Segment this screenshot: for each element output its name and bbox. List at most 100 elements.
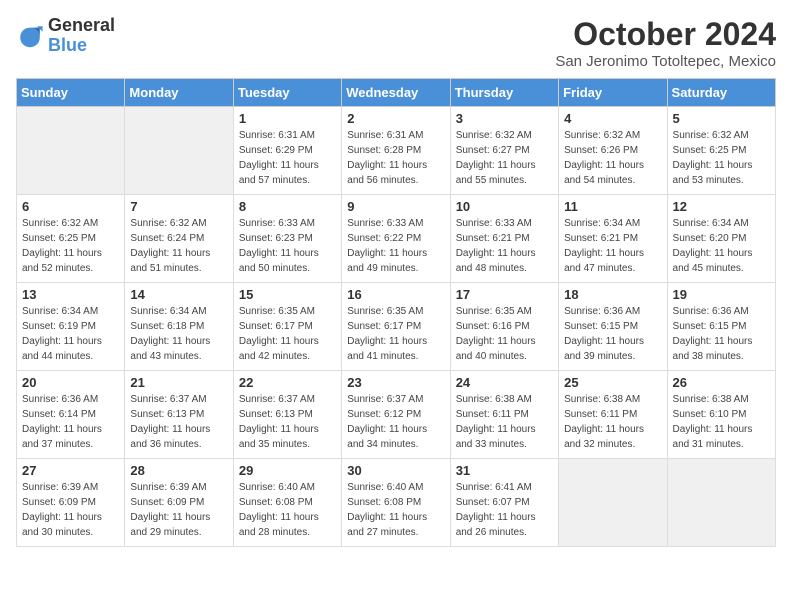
day-number: 12 [673, 199, 770, 214]
day-info: Sunrise: 6:35 AM Sunset: 6:16 PM Dayligh… [456, 304, 553, 364]
calendar-cell: 19 Sunrise: 6:36 AM Sunset: 6:15 PM Dayl… [667, 283, 775, 371]
week-row-4: 27 Sunrise: 6:39 AM Sunset: 6:09 PM Dayl… [17, 459, 776, 547]
header-wednesday: Wednesday [342, 79, 450, 107]
day-number: 6 [22, 199, 119, 214]
calendar-cell: 28 Sunrise: 6:39 AM Sunset: 6:09 PM Dayl… [125, 459, 233, 547]
day-info: Sunrise: 6:31 AM Sunset: 6:29 PM Dayligh… [239, 128, 336, 188]
day-info: Sunrise: 6:34 AM Sunset: 6:19 PM Dayligh… [22, 304, 119, 364]
day-info: Sunrise: 6:40 AM Sunset: 6:08 PM Dayligh… [347, 480, 444, 540]
week-row-0: 1 Sunrise: 6:31 AM Sunset: 6:29 PM Dayli… [17, 107, 776, 195]
day-info: Sunrise: 6:38 AM Sunset: 6:11 PM Dayligh… [564, 392, 661, 452]
calendar-cell: 11 Sunrise: 6:34 AM Sunset: 6:21 PM Dayl… [559, 195, 667, 283]
day-info: Sunrise: 6:38 AM Sunset: 6:10 PM Dayligh… [673, 392, 770, 452]
day-number: 30 [347, 463, 444, 478]
day-number: 14 [130, 287, 227, 302]
page-header: General Blue October 2024 San Jeronimo T… [16, 16, 776, 70]
calendar-cell [17, 107, 125, 195]
day-number: 9 [347, 199, 444, 214]
day-number: 29 [239, 463, 336, 478]
day-number: 8 [239, 199, 336, 214]
logo-icon [16, 22, 44, 50]
week-row-2: 13 Sunrise: 6:34 AM Sunset: 6:19 PM Dayl… [17, 283, 776, 371]
calendar-cell: 5 Sunrise: 6:32 AM Sunset: 6:25 PM Dayli… [667, 107, 775, 195]
day-number: 20 [22, 375, 119, 390]
day-info: Sunrise: 6:34 AM Sunset: 6:18 PM Dayligh… [130, 304, 227, 364]
day-info: Sunrise: 6:38 AM Sunset: 6:11 PM Dayligh… [456, 392, 553, 452]
calendar-cell: 8 Sunrise: 6:33 AM Sunset: 6:23 PM Dayli… [233, 195, 341, 283]
day-number: 18 [564, 287, 661, 302]
day-info: Sunrise: 6:37 AM Sunset: 6:13 PM Dayligh… [130, 392, 227, 452]
calendar-cell: 15 Sunrise: 6:35 AM Sunset: 6:17 PM Dayl… [233, 283, 341, 371]
day-info: Sunrise: 6:34 AM Sunset: 6:21 PM Dayligh… [564, 216, 661, 276]
calendar-cell: 4 Sunrise: 6:32 AM Sunset: 6:26 PM Dayli… [559, 107, 667, 195]
day-number: 5 [673, 111, 770, 126]
day-info: Sunrise: 6:33 AM Sunset: 6:22 PM Dayligh… [347, 216, 444, 276]
day-info: Sunrise: 6:39 AM Sunset: 6:09 PM Dayligh… [22, 480, 119, 540]
calendar-cell [667, 459, 775, 547]
day-number: 24 [456, 375, 553, 390]
day-number: 28 [130, 463, 227, 478]
day-info: Sunrise: 6:34 AM Sunset: 6:20 PM Dayligh… [673, 216, 770, 276]
calendar-cell: 17 Sunrise: 6:35 AM Sunset: 6:16 PM Dayl… [450, 283, 558, 371]
day-number: 2 [347, 111, 444, 126]
location-title: San Jeronimo Totoltepec, Mexico [555, 53, 776, 70]
day-number: 26 [673, 375, 770, 390]
calendar-cell: 1 Sunrise: 6:31 AM Sunset: 6:29 PM Dayli… [233, 107, 341, 195]
day-number: 10 [456, 199, 553, 214]
calendar-cell: 31 Sunrise: 6:41 AM Sunset: 6:07 PM Dayl… [450, 459, 558, 547]
calendar-cell: 7 Sunrise: 6:32 AM Sunset: 6:24 PM Dayli… [125, 195, 233, 283]
header-friday: Friday [559, 79, 667, 107]
logo-text: General Blue [48, 16, 115, 56]
day-number: 22 [239, 375, 336, 390]
header-monday: Monday [125, 79, 233, 107]
calendar-table: SundayMondayTuesdayWednesdayThursdayFrid… [16, 78, 776, 547]
calendar-cell: 26 Sunrise: 6:38 AM Sunset: 6:10 PM Dayl… [667, 371, 775, 459]
calendar-cell: 25 Sunrise: 6:38 AM Sunset: 6:11 PM Dayl… [559, 371, 667, 459]
calendar-cell: 2 Sunrise: 6:31 AM Sunset: 6:28 PM Dayli… [342, 107, 450, 195]
calendar-cell: 30 Sunrise: 6:40 AM Sunset: 6:08 PM Dayl… [342, 459, 450, 547]
calendar-cell: 6 Sunrise: 6:32 AM Sunset: 6:25 PM Dayli… [17, 195, 125, 283]
day-info: Sunrise: 6:36 AM Sunset: 6:15 PM Dayligh… [564, 304, 661, 364]
day-number: 4 [564, 111, 661, 126]
calendar-cell: 18 Sunrise: 6:36 AM Sunset: 6:15 PM Dayl… [559, 283, 667, 371]
day-info: Sunrise: 6:33 AM Sunset: 6:21 PM Dayligh… [456, 216, 553, 276]
day-info: Sunrise: 6:37 AM Sunset: 6:12 PM Dayligh… [347, 392, 444, 452]
day-info: Sunrise: 6:40 AM Sunset: 6:08 PM Dayligh… [239, 480, 336, 540]
day-info: Sunrise: 6:31 AM Sunset: 6:28 PM Dayligh… [347, 128, 444, 188]
month-title: October 2024 [555, 16, 776, 53]
day-number: 23 [347, 375, 444, 390]
day-info: Sunrise: 6:35 AM Sunset: 6:17 PM Dayligh… [239, 304, 336, 364]
header-saturday: Saturday [667, 79, 775, 107]
header-tuesday: Tuesday [233, 79, 341, 107]
calendar-cell: 23 Sunrise: 6:37 AM Sunset: 6:12 PM Dayl… [342, 371, 450, 459]
day-number: 11 [564, 199, 661, 214]
day-info: Sunrise: 6:32 AM Sunset: 6:25 PM Dayligh… [22, 216, 119, 276]
day-info: Sunrise: 6:36 AM Sunset: 6:15 PM Dayligh… [673, 304, 770, 364]
calendar-cell [559, 459, 667, 547]
calendar-cell: 24 Sunrise: 6:38 AM Sunset: 6:11 PM Dayl… [450, 371, 558, 459]
day-number: 13 [22, 287, 119, 302]
calendar-cell: 13 Sunrise: 6:34 AM Sunset: 6:19 PM Dayl… [17, 283, 125, 371]
calendar-cell: 29 Sunrise: 6:40 AM Sunset: 6:08 PM Dayl… [233, 459, 341, 547]
calendar-cell: 3 Sunrise: 6:32 AM Sunset: 6:27 PM Dayli… [450, 107, 558, 195]
calendar-cell: 12 Sunrise: 6:34 AM Sunset: 6:20 PM Dayl… [667, 195, 775, 283]
day-number: 31 [456, 463, 553, 478]
calendar-cell: 14 Sunrise: 6:34 AM Sunset: 6:18 PM Dayl… [125, 283, 233, 371]
calendar-header-row: SundayMondayTuesdayWednesdayThursdayFrid… [17, 79, 776, 107]
day-number: 27 [22, 463, 119, 478]
day-number: 7 [130, 199, 227, 214]
calendar-cell: 16 Sunrise: 6:35 AM Sunset: 6:17 PM Dayl… [342, 283, 450, 371]
week-row-3: 20 Sunrise: 6:36 AM Sunset: 6:14 PM Dayl… [17, 371, 776, 459]
calendar-cell: 22 Sunrise: 6:37 AM Sunset: 6:13 PM Dayl… [233, 371, 341, 459]
day-number: 25 [564, 375, 661, 390]
day-number: 21 [130, 375, 227, 390]
day-number: 17 [456, 287, 553, 302]
day-info: Sunrise: 6:32 AM Sunset: 6:24 PM Dayligh… [130, 216, 227, 276]
title-block: October 2024 San Jeronimo Totoltepec, Me… [555, 16, 776, 70]
calendar-cell: 27 Sunrise: 6:39 AM Sunset: 6:09 PM Dayl… [17, 459, 125, 547]
day-number: 19 [673, 287, 770, 302]
day-info: Sunrise: 6:36 AM Sunset: 6:14 PM Dayligh… [22, 392, 119, 452]
header-sunday: Sunday [17, 79, 125, 107]
logo: General Blue [16, 16, 115, 56]
day-info: Sunrise: 6:33 AM Sunset: 6:23 PM Dayligh… [239, 216, 336, 276]
